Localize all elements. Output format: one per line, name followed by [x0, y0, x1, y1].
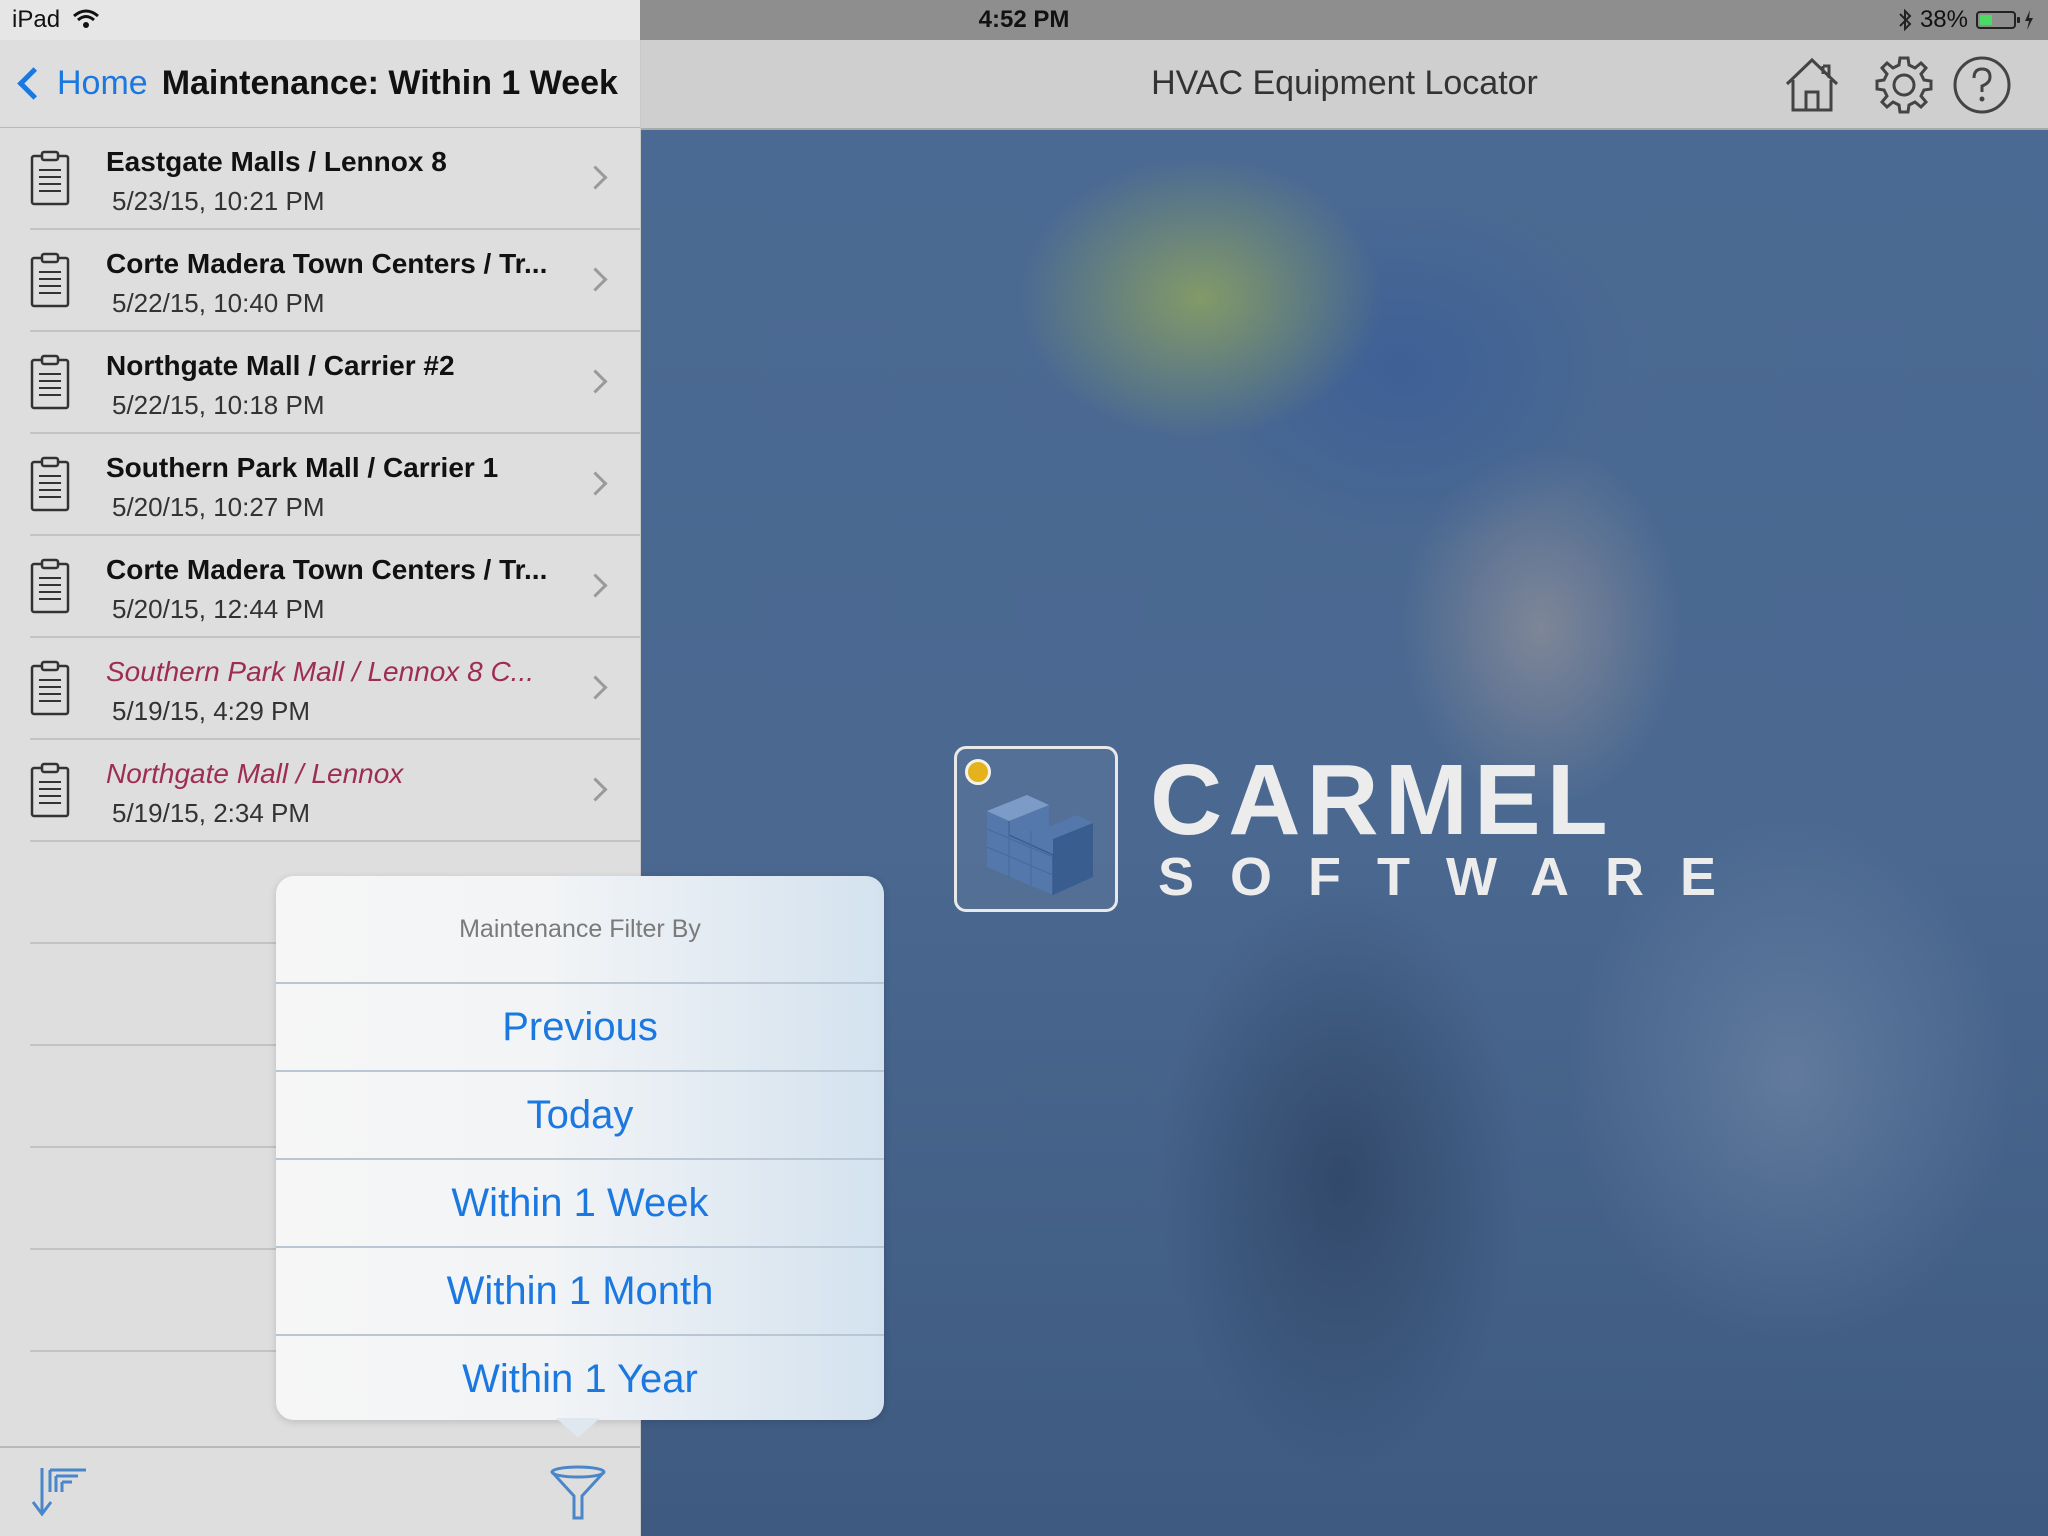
carmel-logo-mark	[954, 746, 1118, 912]
list-item[interactable]: Southern Park Mall / Lennox 8 C... 5/19/1…	[0, 638, 640, 740]
master-toolbar	[0, 1446, 640, 1536]
clipboard-icon	[30, 252, 70, 308]
chevron-right-icon	[583, 573, 608, 598]
popover-arrow	[556, 1418, 600, 1438]
chevron-right-icon	[583, 165, 608, 190]
list-item-title: Corte Madera Town Centers / Tr...	[106, 554, 548, 585]
battery-percent: 38%	[1919, 6, 1968, 33]
list-item-text: Corte Madera Town Centers / Tr... 5/22/15…	[106, 248, 566, 319]
bluetooth-icon	[1899, 8, 1912, 32]
list-item-title: Eastgate Malls / Lennox 8	[106, 146, 447, 177]
chevron-right-icon	[583, 369, 608, 394]
battery-fill	[1980, 15, 1993, 25]
chevron-left-icon	[17, 67, 50, 100]
filter-option[interactable]: Within 1 Year	[276, 1336, 884, 1420]
list-item-date: 5/23/15, 10:21 PM	[112, 186, 325, 216]
list-item-title: Southern Park Mall / Carrier 1	[106, 452, 499, 483]
status-bar: iPad 4:52 PM 38%	[0, 0, 2048, 40]
clipboard-icon	[30, 150, 70, 206]
list-item[interactable]: Northgate Mall / Lennox 5/19/15, 2:34 PM	[0, 740, 640, 842]
back-button[interactable]: Home	[14, 64, 148, 103]
logo-wordmark: CARMEL	[1150, 744, 1614, 856]
gear-icon[interactable]	[1873, 54, 1935, 116]
list-item[interactable]: Corte Madera Town Centers / Tr... 5/20/15…	[0, 536, 640, 638]
list-item-text: Northgate Mall / Lennox 5/19/15, 2:34 PM	[106, 758, 566, 829]
status-right-group: 38%	[1898, 6, 2034, 34]
master-title: Maintenance: Within 1 Week	[161, 64, 618, 102]
master-nav-bar: Home Maintenance: Within 1 Week	[0, 40, 640, 128]
chevron-right-icon	[583, 777, 608, 802]
battery-icon	[1976, 11, 2020, 29]
filter-popover: Maintenance Filter By Previous Today Withi…	[276, 876, 884, 1420]
clock: 4:52 PM	[978, 6, 1070, 33]
list-item[interactable]: Eastgate Malls / Lennox 8 5/23/15, 10:21 …	[0, 128, 640, 230]
charging-icon	[2025, 10, 2033, 30]
filter-option[interactable]: Within 1 Month	[276, 1248, 884, 1336]
sort-icon[interactable]	[28, 1462, 88, 1522]
logo-subtitle: SOFTWARE	[1158, 847, 1752, 907]
list-item-date: 5/20/15, 10:27 PM	[112, 492, 325, 522]
list-item-date: 5/19/15, 2:34 PM	[112, 798, 311, 828]
detail-nav-bar: HVAC Equipment Locator	[641, 40, 2048, 130]
clipboard-icon	[30, 762, 70, 818]
help-icon[interactable]	[1951, 54, 2013, 116]
chevron-right-icon	[583, 267, 608, 292]
back-label: Home	[57, 64, 148, 102]
list-item[interactable]: Corte Madera Town Centers / Tr... 5/22/15…	[0, 230, 640, 332]
list-item-text: Southern Park Mall / Lennox 8 C... 5/19/1…	[106, 656, 566, 727]
list-item-title: Northgate Mall / Lennox	[106, 758, 404, 789]
list-item-text: Northgate Mall / Carrier #2 5/22/15, 10:1…	[106, 350, 566, 421]
list-item-date: 5/22/15, 10:40 PM	[112, 288, 325, 318]
popover-options: Previous Today Within 1 Week Within 1 Month…	[276, 984, 884, 1420]
list-item[interactable]: Northgate Mall / Carrier #2 5/22/15, 10:1…	[0, 332, 640, 434]
filter-option[interactable]: Within 1 Week	[276, 1160, 884, 1248]
chevron-right-icon	[583, 675, 608, 700]
list-item-title: Southern Park Mall / Lennox 8 C...	[106, 656, 534, 687]
list-item[interactable]: Southern Park Mall / Carrier 1 5/20/15, 1…	[0, 434, 640, 536]
filter-funnel-icon[interactable]	[548, 1462, 608, 1522]
list-item-title: Northgate Mall / Carrier #2	[106, 350, 455, 381]
list-item-text: Southern Park Mall / Carrier 1 5/20/15, 1…	[106, 452, 566, 523]
clipboard-icon	[30, 660, 70, 716]
list-item-text: Eastgate Malls / Lennox 8 5/23/15, 10:21 …	[106, 146, 566, 217]
popover-title: Maintenance Filter By	[276, 876, 884, 984]
logo-cube-icon	[986, 795, 1093, 895]
home-icon[interactable]	[1781, 54, 1843, 116]
filter-option[interactable]: Today	[276, 1072, 884, 1160]
list-item-title: Corte Madera Town Centers / Tr...	[106, 248, 548, 279]
list-item-date: 5/20/15, 12:44 PM	[112, 594, 325, 624]
chevron-right-icon	[583, 471, 608, 496]
clipboard-icon	[30, 558, 70, 614]
filter-option[interactable]: Previous	[276, 984, 884, 1072]
list-item-date: 5/19/15, 4:29 PM	[112, 696, 311, 726]
clipboard-icon	[30, 354, 70, 410]
list-item-text: Corte Madera Town Centers / Tr... 5/20/15…	[106, 554, 566, 625]
list-item-date: 5/22/15, 10:18 PM	[112, 390, 325, 420]
clipboard-icon	[30, 456, 70, 512]
